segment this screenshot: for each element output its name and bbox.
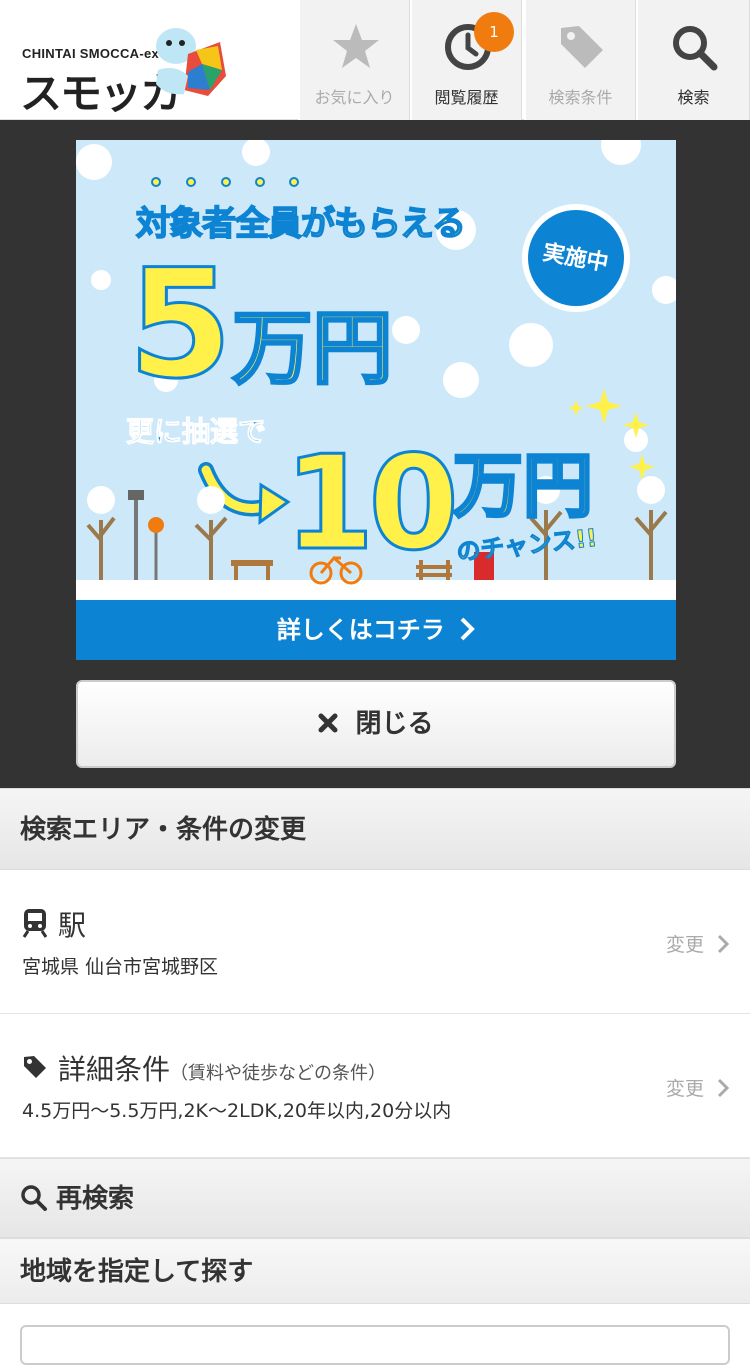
- amount-lottery-number: 10: [283, 427, 461, 579]
- detail-condition-row[interactable]: 詳細条件（賃料や徒歩などの条件） 4.5万円〜5.5万円,2K〜2LDK,20年…: [0, 1014, 750, 1158]
- detail-change-label: 変更: [665, 1078, 704, 1100]
- smocca-logo[interactable]: CHINTAI SMOCCA-ex スモッカ: [20, 22, 230, 118]
- chevron-right-icon: [460, 617, 476, 641]
- banner-details-link[interactable]: 詳しくはコチラ: [76, 600, 676, 660]
- amount-main-number: 5: [126, 238, 233, 412]
- research-title: 再検索: [56, 1184, 135, 1214]
- banner-lottery-text: 更に抽選で: [125, 415, 267, 449]
- area-search-title: 地域を指定して探す: [20, 1257, 254, 1287]
- amount-main-unit: 万円: [231, 301, 394, 397]
- banner-amount-main: 5万円: [126, 249, 394, 402]
- station-value: 宮城県 仙台市宮城野区: [22, 956, 219, 978]
- nav-favorites-button[interactable]: お気に入り: [298, 0, 410, 120]
- nav-search-label: 検索: [677, 88, 710, 107]
- history-count-badge: 1: [474, 12, 514, 52]
- tag-icon: [24, 1056, 46, 1078]
- app-header: CHINTAI SMOCCA-ex スモッカ お気に入り 1 閲覧履歴 検索条件…: [0, 0, 750, 120]
- chevron-right-icon: [717, 1078, 730, 1098]
- star-icon: [333, 24, 379, 68]
- turtle-mascot-icon: [156, 28, 226, 96]
- nav-conditions-button[interactable]: 検索条件: [524, 0, 636, 120]
- nav-history-label: 閲覧履歴: [434, 88, 499, 107]
- detail-note: （賃料や徒歩などの条件）: [170, 1063, 387, 1084]
- area-select-box[interactable]: [20, 1325, 730, 1365]
- search-icon: [21, 1185, 47, 1211]
- ad-overlay: 対象者全員がもらえる 実施中 5万円 更に抽選で 10万円 のチャンス!! 詳し…: [0, 120, 750, 788]
- x-icon: [318, 713, 338, 733]
- close-ad-label: 閉じる: [355, 709, 434, 739]
- detail-label-group: 詳細条件（賃料や徒歩などの条件）: [58, 1048, 386, 1088]
- amount-lottery-unit: 万円: [451, 444, 594, 529]
- station-change-label: 変更: [665, 934, 704, 956]
- station-condition-row[interactable]: 駅 宮城県 仙台市宮城野区 変更: [0, 870, 750, 1014]
- tag-icon: [561, 26, 603, 68]
- train-icon: [22, 909, 48, 938]
- nav-conditions-label: 検索条件: [548, 88, 613, 107]
- nav-favorites-label: お気に入り: [314, 88, 395, 107]
- banner-details-label: 詳しくはコチラ: [276, 616, 445, 644]
- detail-change-link[interactable]: 変更: [666, 1074, 730, 1101]
- logo-subtitle: CHINTAI SMOCCA-ex: [22, 46, 160, 61]
- station-change-link[interactable]: 変更: [666, 930, 730, 957]
- detail-value: 4.5万円〜5.5万円,2K〜2LDK,20年以内,20分以内: [22, 1100, 452, 1122]
- campaign-banner[interactable]: 対象者全員がもらえる 実施中 5万円 更に抽選で 10万円 のチャンス!! 詳し…: [76, 140, 676, 660]
- station-label: 駅: [58, 909, 87, 942]
- search-change-title: 検索エリア・条件の変更: [20, 815, 307, 845]
- nav-history-button[interactable]: 1 閲覧履歴: [410, 0, 522, 120]
- chevron-right-icon: [717, 934, 730, 954]
- area-search-heading: 地域を指定して探す: [0, 1238, 750, 1304]
- detail-label: 詳細条件: [58, 1053, 171, 1086]
- search-change-heading: 検索エリア・条件の変更: [0, 788, 750, 870]
- research-heading: 再検索: [0, 1158, 750, 1238]
- nav-search-button[interactable]: 検索: [636, 0, 750, 120]
- search-icon: [673, 26, 718, 71]
- close-ad-button[interactable]: 閉じる: [76, 680, 676, 768]
